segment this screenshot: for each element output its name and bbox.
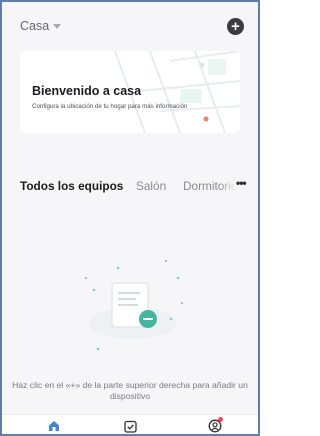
more-tabs-button[interactable]: ••• (236, 176, 247, 190)
notification-dot (218, 417, 223, 422)
app-screen: Casa + Bienvenido a casa Configura la ub… (0, 0, 260, 436)
welcome-card[interactable]: Bienvenido a casa Configura la ubicación… (20, 51, 240, 133)
nav-home[interactable] (45, 417, 63, 434)
welcome-subtitle: Configura la ubicación de tu hogar para … (32, 103, 188, 110)
nav-profile[interactable] (206, 417, 224, 434)
welcome-title: Bienvenido a casa (32, 84, 142, 98)
caret-down-icon (53, 24, 62, 29)
tab-living-room[interactable]: Salón (136, 179, 166, 193)
empty-devices-illustration (85, 260, 183, 351)
add-device-button[interactable]: + (227, 17, 244, 35)
plus-icon: + (231, 17, 240, 35)
home-name: Casa (20, 19, 50, 33)
empty-state-message: Haz clic en el «+» de la parte superior … (12, 380, 248, 401)
home-icon (49, 421, 59, 431)
header: Casa + (2, 2, 258, 50)
home-selector[interactable]: Casa (20, 19, 62, 33)
tab-fade (220, 174, 236, 200)
room-tabs: Todos los equipos Salón Dormitorio ••• (2, 174, 258, 200)
tab-all-devices[interactable]: Todos los equipos (20, 179, 123, 193)
nav-scenes[interactable] (121, 417, 139, 434)
bottom-nav (2, 414, 258, 434)
scenes-checkbox-icon (123, 420, 137, 433)
